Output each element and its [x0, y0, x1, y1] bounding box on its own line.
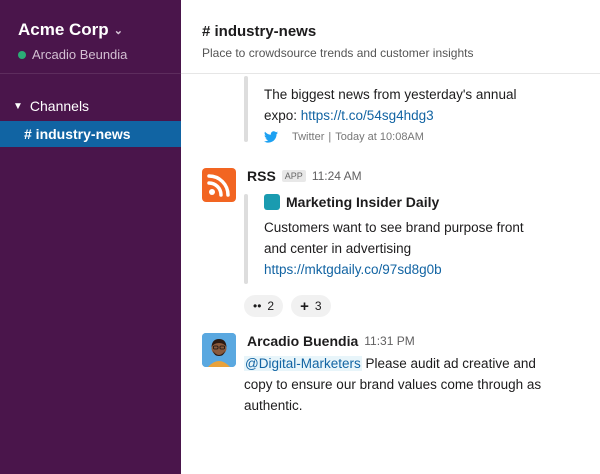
rss-attachment: Marketing Insider Daily Customers want t… — [264, 194, 584, 280]
tweet-text-prefix: expo: — [264, 108, 301, 123]
reaction-eyes[interactable]: •• 2 — [244, 295, 284, 317]
attachment-title-row: Marketing Insider Daily — [264, 194, 584, 210]
avatar[interactable] — [202, 333, 236, 367]
workspace-name-row[interactable]: Acme Corp ⌄ — [18, 20, 127, 40]
workspace-name: Acme Corp — [18, 20, 109, 39]
channel-header: # industry-news Place to crowdsource tre… — [181, 0, 600, 74]
workspace-switcher[interactable]: Acme Corp ⌄ Arcadio Beundia — [18, 20, 127, 62]
app-badge: APP — [281, 170, 306, 182]
rss-sender-line: RSS APP 11:24 AM — [247, 168, 362, 184]
tweet-meta: Twitter | Today at 10:08AM — [264, 131, 584, 143]
person-line3: authentic. — [244, 398, 303, 413]
presence-dot-icon — [18, 50, 26, 59]
reaction-count: 2 — [267, 299, 275, 313]
attachment-title[interactable]: Marketing Insider Daily — [286, 194, 439, 210]
person-line1: @Digital-Marketers Please audit ad creat… — [244, 353, 564, 374]
plus-icon: + — [300, 297, 309, 315]
attachment-line1: Customers want to see brand purpose fron… — [264, 220, 524, 235]
quote-bar — [244, 194, 248, 284]
main-pane: # industry-news Place to crowdsource tre… — [181, 0, 600, 474]
twitter-bird-icon — [264, 131, 278, 143]
sidebar-item-industry-news[interactable]: # industry-news — [0, 121, 181, 147]
person-line1-rest: Please audit ad creative and — [361, 356, 536, 371]
reaction-count: 3 — [314, 299, 322, 313]
person-timestamp[interactable]: 11:31 PM — [364, 334, 414, 348]
channels-section-label: Channels — [29, 98, 90, 114]
caret-down-icon: ▼ — [13, 100, 23, 112]
attachment-link[interactable]: https://mktgdaily.co/97sd8g0b — [264, 259, 584, 280]
chevron-down-icon: ⌄ — [113, 24, 123, 37]
channel-title[interactable]: # industry-news — [202, 23, 316, 40]
tweet-attachment: The biggest news from yesterday's annual… — [264, 84, 584, 143]
tweet-source: Twitter — [292, 131, 325, 143]
rss-avatar[interactable] — [202, 168, 236, 202]
tweet-time[interactable]: Today at 10:08AM — [335, 131, 424, 143]
rss-sender-name[interactable]: RSS — [247, 168, 276, 184]
channels-section-toggle[interactable]: ▼ Channels — [13, 98, 89, 114]
person-line2: copy to ensure our brand values come thr… — [244, 377, 542, 392]
attachment-line2: and center in advertising — [264, 241, 412, 256]
tweet-text-line1: The biggest news from yesterday's annual — [264, 87, 517, 102]
eyes-emoji-icon: •• — [253, 299, 262, 313]
channel-topic: Place to crowdsource trends and customer… — [202, 46, 474, 60]
publisher-logo-icon — [264, 194, 280, 210]
person-avatar-icon — [202, 333, 236, 367]
rss-feed-icon — [207, 174, 230, 197]
reaction-plus[interactable]: + 3 — [291, 295, 331, 317]
user-name: Arcadio Beundia — [32, 47, 128, 62]
person-sender-line: Arcadio Buendia 11:31 PM — [247, 333, 415, 349]
person-message-body: @Digital-Marketers Please audit ad creat… — [244, 353, 564, 416]
tweet-text-line2: expo: https://t.co/54sg4hdg3 — [264, 105, 584, 126]
reaction-bar: •• 2 + 3 — [244, 295, 339, 317]
divider — [0, 73, 181, 74]
mention-digital-marketers[interactable]: @Digital-Marketers — [244, 356, 362, 371]
person-sender-name[interactable]: Arcadio Buendia — [247, 333, 358, 349]
tweet-meta-separator: | — [328, 131, 332, 143]
tweet-link[interactable]: https://t.co/54sg4hdg3 — [301, 108, 434, 123]
sidebar: Acme Corp ⌄ Arcadio Beundia ▼ Channels #… — [0, 0, 181, 474]
quote-bar — [244, 76, 248, 142]
rss-timestamp[interactable]: 11:24 AM — [312, 169, 362, 183]
current-user: Arcadio Beundia — [18, 47, 127, 62]
